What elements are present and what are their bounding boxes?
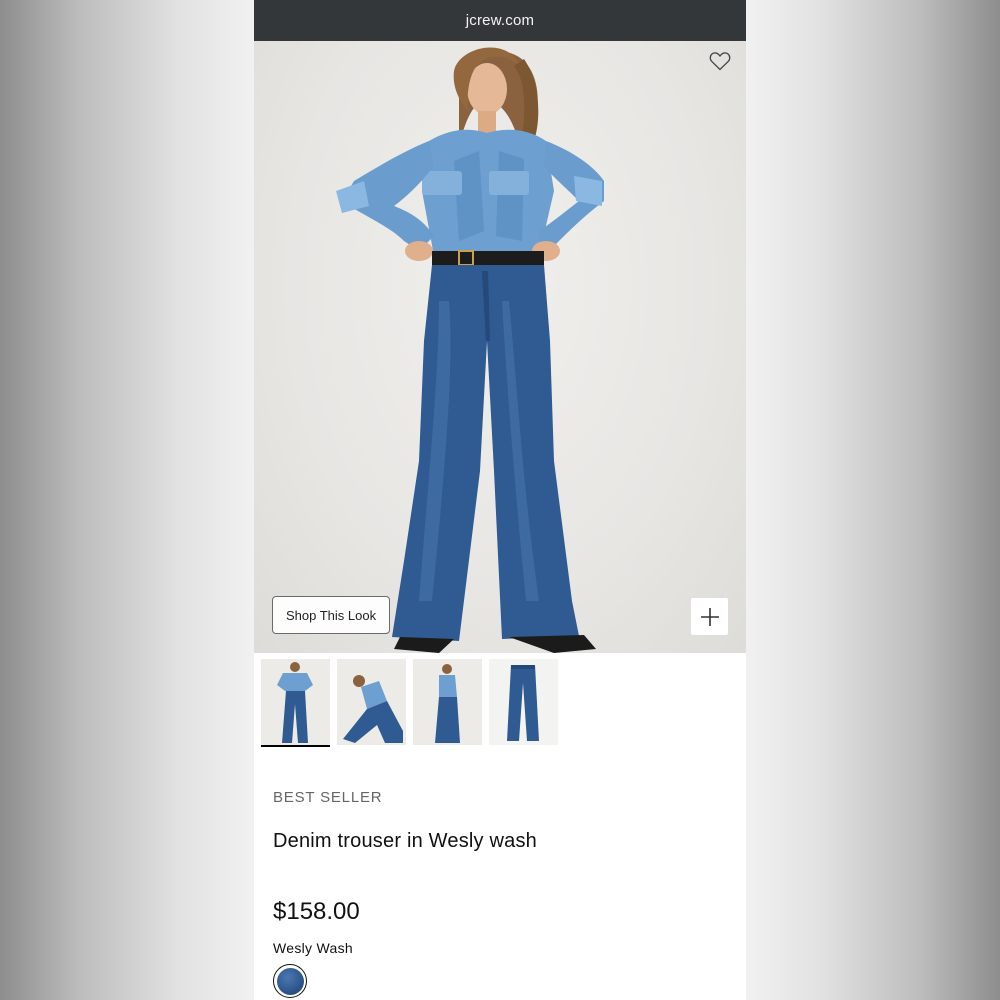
shop-this-look-label: Shop This Look xyxy=(286,607,377,623)
phone-screen: jcrew.com Shop This Look BEST SELLER Den… xyxy=(254,0,746,1000)
model-photo xyxy=(336,47,604,653)
best-seller-badge: BEST SELLER xyxy=(273,789,383,806)
thumbnail-strip xyxy=(254,653,746,748)
thumbnail-model-front[interactable] xyxy=(261,659,330,747)
product-main-image[interactable]: Shop This Look xyxy=(254,41,746,653)
product-info: BEST SELLER Denim trouser in Wesly wash … xyxy=(254,789,746,998)
shop-this-look-button[interactable]: Shop This Look xyxy=(272,596,391,634)
browser-url-bar[interactable]: jcrew.com xyxy=(254,0,746,41)
add-plus-button[interactable] xyxy=(691,598,728,635)
plus-icon xyxy=(700,607,719,626)
favorite-heart-icon[interactable] xyxy=(708,49,732,73)
color-swatch-wesly-wash[interactable] xyxy=(273,964,307,998)
thumbnail-model-kneeling[interactable] xyxy=(337,659,406,745)
swatch-fill xyxy=(276,967,304,995)
product-title: Denim trouser in Wesly wash xyxy=(273,830,538,852)
url-text: jcrew.com xyxy=(465,12,535,29)
thumbnail-flat-jeans[interactable] xyxy=(489,659,558,745)
thumbnail-model-side[interactable] xyxy=(413,659,482,745)
selected-color-label: Wesly Wash xyxy=(273,940,354,956)
product-price: $158.00 xyxy=(273,898,360,925)
